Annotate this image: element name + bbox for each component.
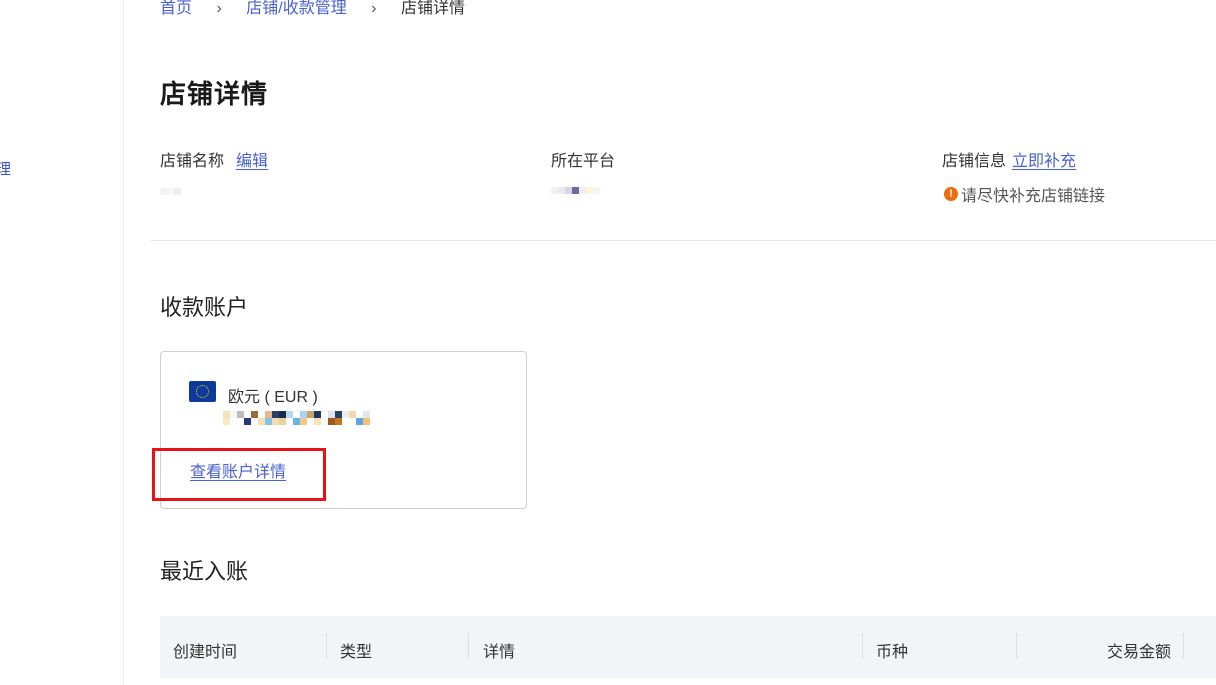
platform-value-redacted bbox=[551, 187, 600, 194]
highlight-annotation-box bbox=[152, 448, 326, 501]
column-divider bbox=[468, 633, 469, 659]
chevron-right-icon: › bbox=[216, 0, 222, 17]
column-divider bbox=[862, 633, 863, 659]
column-divider bbox=[1183, 633, 1184, 659]
account-number-redacted-row2 bbox=[223, 418, 370, 425]
sidebar: 理 bbox=[0, 0, 124, 685]
platform-field: 所在平台 bbox=[551, 147, 615, 171]
store-name-value-redacted bbox=[160, 188, 181, 195]
breadcrumb-home-link[interactable]: 首页 bbox=[160, 0, 192, 17]
column-header-currency: 币种 bbox=[876, 644, 909, 661]
store-name-field: 店铺名称 编辑 bbox=[160, 147, 268, 171]
page-title: 店铺详情 bbox=[160, 79, 269, 109]
store-info-field: 店铺信息 立即补充 bbox=[942, 147, 1076, 171]
breadcrumb-parent-link[interactable]: 店铺/收款管理 bbox=[246, 0, 346, 17]
currency-label: 欧元 ( EUR ) bbox=[228, 389, 318, 406]
edit-link[interactable]: 编辑 bbox=[236, 153, 268, 170]
eu-flag-icon bbox=[189, 381, 216, 402]
sidebar-item-label[interactable]: 理 bbox=[0, 158, 11, 179]
exclamation-icon: ! bbox=[944, 187, 958, 201]
column-divider bbox=[1016, 633, 1017, 659]
chevron-right-icon: › bbox=[371, 0, 377, 17]
recent-table-header: 创建时间 类型 详情 币种 交易金额 bbox=[160, 616, 1216, 678]
breadcrumb: 首页 › 店铺/收款管理 › 店铺详情 bbox=[160, 0, 465, 18]
supplement-now-link[interactable]: 立即补充 bbox=[1012, 153, 1076, 170]
accounts-section-title: 收款账户 bbox=[160, 295, 249, 320]
warning-text: 请尽快补充店铺链接 bbox=[961, 188, 1106, 205]
store-info-label: 店铺信息 bbox=[942, 153, 1007, 170]
column-header-created-time: 创建时间 bbox=[173, 644, 238, 661]
recent-section-title: 最近入账 bbox=[160, 559, 249, 584]
breadcrumb-current: 店铺详情 bbox=[400, 0, 465, 17]
column-header-amount: 交易金额 bbox=[1107, 644, 1172, 661]
store-name-label: 店铺名称 bbox=[160, 153, 225, 170]
account-number-redacted bbox=[223, 411, 370, 418]
column-divider bbox=[326, 633, 327, 659]
section-divider bbox=[151, 240, 1216, 241]
column-header-details: 详情 bbox=[483, 644, 516, 661]
column-header-type: 类型 bbox=[340, 644, 373, 661]
platform-label: 所在平台 bbox=[551, 153, 616, 170]
store-link-warning: ! 请尽快补充店铺链接 bbox=[944, 182, 1105, 206]
